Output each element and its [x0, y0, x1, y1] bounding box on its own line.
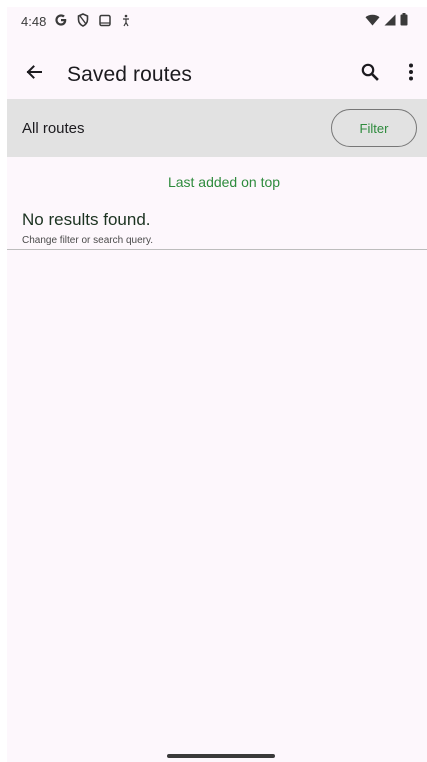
status-bar: 4:48: [7, 7, 427, 37]
screen-cast-icon: [98, 14, 112, 32]
search-icon: [360, 62, 380, 87]
battery-icon: [400, 13, 408, 31]
back-button[interactable]: [21, 61, 47, 87]
status-time: 4:48: [21, 14, 47, 29]
filter-label: All routes: [22, 120, 85, 137]
wifi-icon: [365, 13, 380, 31]
empty-state-title: No results found.: [22, 210, 151, 229]
app-bar: Saved routes: [7, 45, 427, 101]
cell-signal-icon: [384, 13, 396, 31]
gesture-nav-handle[interactable]: [167, 754, 275, 758]
status-icons-left: [54, 13, 131, 32]
more-vert-icon: [408, 62, 414, 87]
empty-state-subtitle: Change filter or search query.: [22, 235, 153, 246]
filter-button[interactable]: Filter: [331, 109, 417, 147]
more-options-button[interactable]: [403, 61, 419, 87]
search-button[interactable]: [357, 61, 383, 87]
vpn-shield-icon: [77, 13, 89, 32]
divider: [7, 249, 427, 250]
back-arrow-icon: [24, 62, 44, 87]
accessibility-icon: [121, 14, 131, 32]
google-g-icon: [54, 13, 68, 32]
status-icons-right: [365, 13, 408, 31]
phone-screen: 4:48 Saved routes All routes Filter Last…: [7, 7, 427, 762]
sort-order-label: Last added on top: [167, 174, 281, 190]
page-title: Saved routes: [67, 63, 192, 86]
filter-bar: All routes Filter: [7, 99, 427, 157]
